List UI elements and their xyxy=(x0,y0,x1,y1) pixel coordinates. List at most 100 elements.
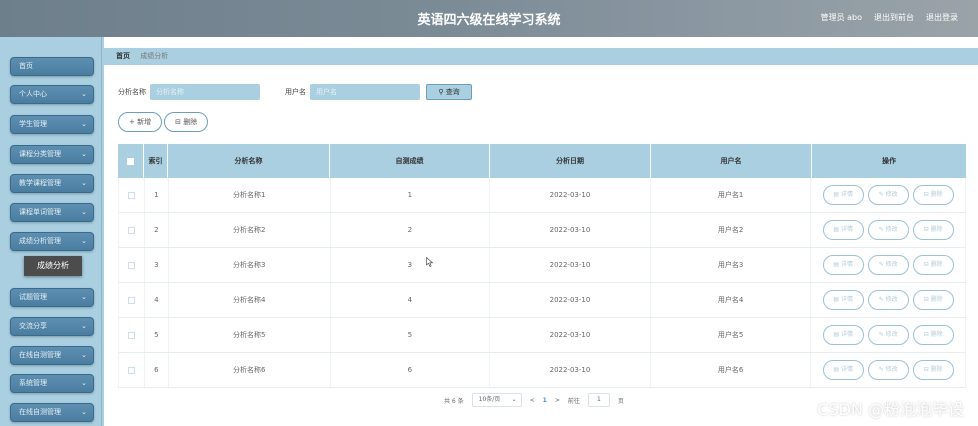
logout-link[interactable]: 退出登录 xyxy=(926,12,958,23)
row-checkbox[interactable] xyxy=(127,261,135,269)
chevron-down-icon: ⌄ xyxy=(81,351,87,359)
sidebar-item-label: 学生管理 xyxy=(19,120,47,128)
edit-button[interactable]: ✎ 修改 xyxy=(867,255,909,275)
sidebar-item-label: 在线自测管理 xyxy=(19,408,61,416)
next-page-button[interactable]: > xyxy=(555,397,560,404)
edit-button[interactable]: ✎ 修改 xyxy=(867,220,909,240)
edit-button[interactable]: ✎ 修改 xyxy=(867,325,909,345)
detail-button[interactable]: ▤ 详情 xyxy=(822,185,864,205)
table-row: 5 分析名称5 5 2022-03-10 用户名5 ▤ 详情 ✎ 修改 ⊟ 删除 xyxy=(118,318,966,353)
header-index: 索引 xyxy=(144,144,168,178)
table-row: 6 分析名称6 6 2022-03-10 用户名6 ▤ 详情 ✎ 修改 ⊟ 删除 xyxy=(118,353,966,388)
table-body: 1 分析名称1 1 2022-03-10 用户名1 ▤ 详情 ✎ 修改 ⊟ 删除… xyxy=(118,178,966,388)
row-checkbox[interactable] xyxy=(127,296,135,304)
trash-icon: ⊟ xyxy=(923,296,929,303)
sidebar-item-score-analysis[interactable]: 成绩分析管理 ⌄ xyxy=(10,232,94,251)
sidebar: 首页 个人中心 ⌄ 学生管理 ⌄ 课程分类管理 ⌄ 教学课程管理 ⌄ 课程单词管理 ⌄ 成… xyxy=(0,37,102,426)
sidebar-item-home[interactable]: 首页 xyxy=(10,57,94,76)
detail-button[interactable]: ▤ 详情 xyxy=(822,220,864,240)
cell-name: 分析名称5 xyxy=(169,318,331,352)
detail-button[interactable]: ▤ 详情 xyxy=(822,290,864,310)
edit-button[interactable]: ✎ 修改 xyxy=(867,185,909,205)
delete-button[interactable]: ⊟ 删除 xyxy=(912,360,954,380)
delete-button[interactable]: ⊟ 删除 xyxy=(912,325,954,345)
detail-button-label: 详情 xyxy=(840,331,853,338)
page-number-1[interactable]: 1 xyxy=(543,397,547,404)
back-to-front-link[interactable]: 退出到前台 xyxy=(874,12,914,23)
cell-name: 分析名称4 xyxy=(169,283,331,317)
detail-button[interactable]: ▤ 详情 xyxy=(822,255,864,275)
watermark: CSDN @粉泡泡毕设 xyxy=(817,400,964,419)
delete-button[interactable]: ⊟ 删除 xyxy=(912,290,954,310)
chevron-down-icon: ⌄ xyxy=(81,120,87,128)
delete-button[interactable]: ⊟ 删除 xyxy=(912,185,954,205)
row-checkbox[interactable] xyxy=(127,331,135,339)
goto-page-input[interactable]: 1 xyxy=(587,393,610,407)
query-button[interactable]: ⚲ 查询 xyxy=(426,84,472,100)
select-all-checkbox[interactable] xyxy=(127,157,134,165)
sidebar-item-students[interactable]: 学生管理 ⌄ xyxy=(10,115,94,134)
detail-icon: ▤ xyxy=(833,366,840,373)
delete-button-label: 删除 xyxy=(930,191,943,198)
trash-icon: ⊟ xyxy=(923,366,929,373)
mouse-cursor-icon xyxy=(426,257,434,267)
table-row: 2 分析名称2 2 2022-03-10 用户名2 ▤ 详情 ✎ 修改 ⊟ 删除 xyxy=(118,213,966,248)
table-row: 1 分析名称1 1 2022-03-10 用户名1 ▤ 详情 ✎ 修改 ⊟ 删除 xyxy=(118,178,966,213)
cell-index: 2 xyxy=(145,213,169,247)
cell-name: 分析名称2 xyxy=(169,213,331,247)
row-checkbox[interactable] xyxy=(127,226,135,234)
trash-icon: ⊟ xyxy=(175,118,181,126)
sidebar-item-words[interactable]: 课程单词管理 ⌄ xyxy=(10,203,94,222)
add-button[interactable]: + 新增 xyxy=(118,112,163,132)
page-size-value: 10条/页 xyxy=(478,396,501,403)
detail-icon: ▤ xyxy=(833,331,840,338)
detail-icon: ▤ xyxy=(833,226,840,233)
cell-ops: ▤ 详情 ✎ 修改 ⊟ 删除 xyxy=(811,248,965,282)
row-checkbox[interactable] xyxy=(127,191,135,199)
delete-button[interactable]: ⊟ 删除 xyxy=(912,255,954,275)
cell-index: 1 xyxy=(145,178,169,212)
page-size-select[interactable]: 10条/页 ⌄ xyxy=(471,393,522,407)
sidebar-item-share[interactable]: 交流分享 ⌄ xyxy=(10,317,94,336)
action-bar: + 新增 ⊟ 删除 xyxy=(118,112,209,132)
cell-date: 2022-03-10 xyxy=(490,178,651,212)
sidebar-item-system[interactable]: 系统管理 ⌄ xyxy=(10,374,94,393)
sidebar-item-questions[interactable]: 试题管理 ⌄ xyxy=(10,288,94,307)
sidebar-item-self-test[interactable]: 在线自测管理 ⌄ xyxy=(10,346,94,365)
batch-delete-button[interactable]: ⊟ 删除 xyxy=(164,112,209,132)
sidebar-item-course-category[interactable]: 课程分类管理 ⌄ xyxy=(10,145,94,164)
sidebar-item-label: 个人中心 xyxy=(19,90,47,98)
cell-ops: ▤ 详情 ✎ 修改 ⊟ 删除 xyxy=(811,353,965,387)
chevron-down-icon: ⌄ xyxy=(81,379,87,387)
top-header: 英语四六级在线学习系统 管理员 abo 退出到前台 退出登录 xyxy=(0,0,978,37)
breadcrumb-home[interactable]: 首页 xyxy=(116,52,130,60)
sidebar-item-courses[interactable]: 教学课程管理 ⌄ xyxy=(10,174,94,193)
chevron-down-icon: ⌄ xyxy=(511,396,517,403)
detail-button[interactable]: ▤ 详情 xyxy=(822,360,864,380)
row-check-cell xyxy=(119,213,145,247)
sidebar-subitem-score-analysis[interactable]: 成绩分析 xyxy=(24,256,82,276)
trash-icon: ⊟ xyxy=(923,261,929,268)
search-icon: ⚲ xyxy=(438,88,444,96)
edit-button[interactable]: ✎ 修改 xyxy=(867,290,909,310)
row-checkbox[interactable] xyxy=(127,366,135,374)
detail-button-label: 详情 xyxy=(840,366,853,373)
delete-button[interactable]: ⊟ 删除 xyxy=(912,220,954,240)
detail-button[interactable]: ▤ 详情 xyxy=(822,325,864,345)
page-unit: 页 xyxy=(617,397,624,405)
sidebar-item-profile[interactable]: 个人中心 ⌄ xyxy=(10,85,94,104)
user-search-label: 用户名 xyxy=(285,88,306,96)
delete-button-label: 删除 xyxy=(930,296,943,303)
delete-button-label: 删除 xyxy=(183,118,198,126)
prev-page-button[interactable]: < xyxy=(530,397,535,404)
cell-name: 分析名称6 xyxy=(169,353,331,387)
cell-name: 分析名称3 xyxy=(169,248,331,282)
edit-button[interactable]: ✎ 修改 xyxy=(867,360,909,380)
cell-date: 2022-03-10 xyxy=(490,248,651,282)
detail-button-label: 详情 xyxy=(840,191,853,198)
user-search-input[interactable] xyxy=(310,84,420,100)
sidebar-item-self-test-2[interactable]: 在线自测管理 ⌄ xyxy=(10,403,94,422)
cell-name: 分析名称1 xyxy=(169,178,331,212)
name-search-input[interactable] xyxy=(150,84,260,100)
chevron-down-icon: ⌄ xyxy=(81,208,87,216)
